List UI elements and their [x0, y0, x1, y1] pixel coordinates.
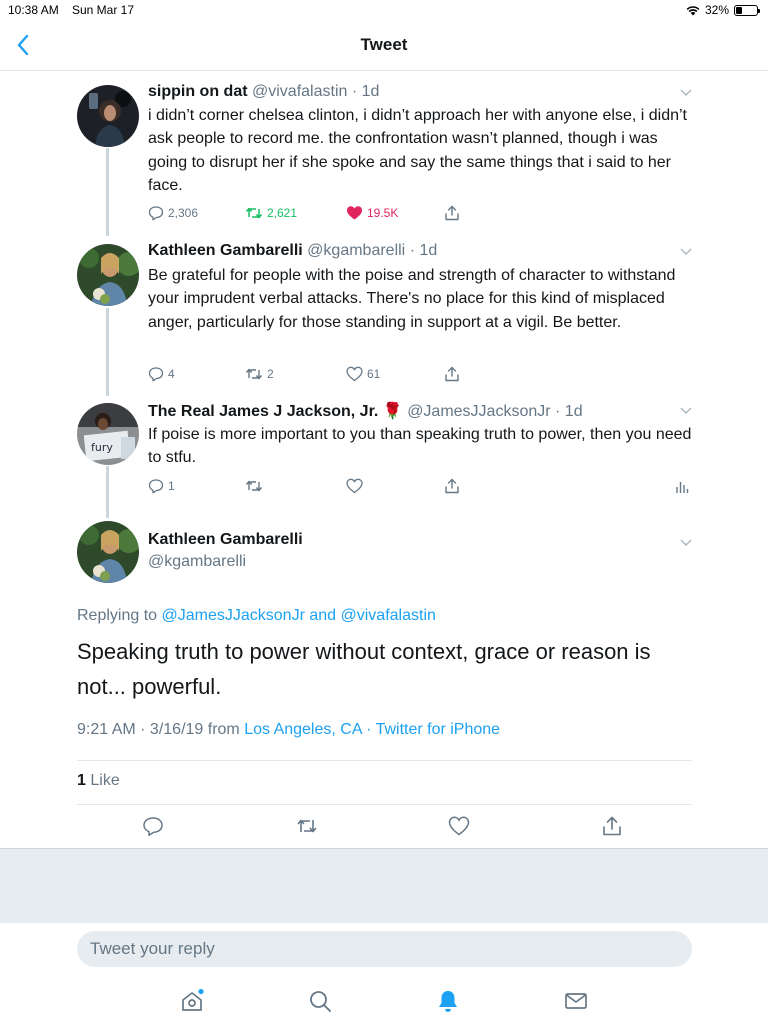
tweet-time: · 1d — [555, 403, 583, 420]
retweet-button[interactable]: 2 — [245, 366, 274, 382]
avatar[interactable] — [77, 244, 139, 306]
battery-percent: 32% — [704, 3, 729, 17]
retweet-button[interactable] — [245, 478, 263, 494]
share-button[interactable] — [444, 366, 460, 382]
retweet-icon — [245, 480, 263, 492]
heart-icon — [346, 366, 363, 382]
heart-icon — [346, 478, 363, 494]
thread-line — [106, 308, 109, 396]
avatar[interactable]: fury — [77, 403, 139, 465]
reply-count: 4 — [168, 367, 175, 381]
status-right: 32% — [686, 3, 760, 17]
reply-button[interactable]: 4 — [148, 366, 175, 382]
analytics-button[interactable] — [675, 478, 689, 494]
reply-icon — [148, 367, 164, 382]
share-icon[interactable] — [601, 815, 623, 837]
retweet-count: 2 — [267, 367, 274, 381]
share-icon — [445, 478, 459, 494]
tweet-timestamp: 9:21 AM · 3/16/19 from — [77, 721, 240, 738]
tweet-actions: 4 2 61 — [148, 366, 693, 386]
author-name[interactable]: Kathleen Gambarelli — [148, 242, 303, 259]
main-author-name[interactable]: Kathleen Gambarelli — [148, 531, 303, 549]
like-button[interactable] — [346, 478, 363, 494]
chevron-down-icon[interactable] — [679, 538, 693, 548]
likes-summary[interactable]: 1 Like — [77, 772, 120, 790]
replying-to: Replying to @JamesJJacksonJr and @vivafa… — [77, 607, 436, 625]
location-link[interactable]: Los Angeles, CA — [244, 721, 361, 738]
tweet-actions: 1 — [148, 478, 693, 498]
share-button[interactable] — [444, 205, 460, 221]
heart-icon[interactable] — [448, 815, 470, 837]
source-link[interactable]: · Twitter for iPhone — [366, 721, 500, 738]
thread-line — [106, 466, 109, 518]
main-author-handle[interactable]: @kgambarelli — [148, 553, 246, 571]
tweet-time: · 1d — [351, 83, 380, 100]
empty-area — [0, 848, 768, 923]
battery-icon — [734, 4, 760, 16]
reply-button[interactable]: 2,306 — [148, 205, 198, 221]
search-icon[interactable] — [307, 988, 333, 1014]
reply-button[interactable]: 1 — [148, 478, 175, 494]
status-time: 10:38 AM — [8, 3, 59, 17]
status-date: Sun Mar 17 — [72, 3, 135, 17]
tweet-header: sippin on dat @vivafalastin · 1d — [148, 83, 379, 101]
like-count: 61 — [367, 367, 381, 381]
tweet-text: Be grateful for people with the poise an… — [148, 267, 676, 331]
nav-bar: Tweet — [0, 20, 768, 71]
author-handle[interactable]: @kgambarelli — [307, 242, 405, 259]
analytics-icon — [676, 482, 689, 493]
retweet-icon — [245, 207, 263, 219]
avatar[interactable] — [77, 85, 139, 147]
retweet-button[interactable]: 2,621 — [245, 205, 297, 221]
thread-line — [106, 148, 109, 236]
replying-user-link[interactable]: @vivafalastin — [341, 607, 436, 624]
share-icon — [445, 205, 459, 221]
tweet-text: i didn’t corner chelsea clinton, i didn’… — [148, 107, 687, 194]
wifi-icon — [686, 5, 700, 15]
reply-icon[interactable] — [142, 815, 164, 837]
page-title: Tweet — [360, 35, 408, 54]
share-button[interactable] — [444, 478, 460, 494]
author-name[interactable]: sippin on dat — [148, 83, 248, 100]
svg-text:fury: fury — [91, 441, 113, 454]
replying-prefix: Replying to — [77, 607, 158, 624]
avatar[interactable] — [77, 521, 139, 583]
reply-count: 2,306 — [168, 206, 199, 220]
reply-input[interactable]: Tweet your reply — [77, 931, 692, 967]
retweet-count: 2,621 — [267, 206, 298, 220]
like-button[interactable]: 61 — [346, 366, 380, 382]
divider — [77, 760, 692, 761]
notifications-bell-icon[interactable] — [435, 988, 461, 1014]
tweet-text: If poise is more important to you than s… — [148, 426, 692, 467]
chevron-down-icon[interactable] — [679, 406, 693, 416]
reply-icon — [148, 206, 164, 221]
author-handle[interactable]: @vivafalastin — [252, 83, 347, 100]
tweet-header: Kathleen Gambarelli @kgambarelli · 1d — [148, 242, 437, 260]
messages-mail-icon[interactable] — [563, 988, 589, 1014]
like-count: 19.5K — [367, 206, 399, 220]
replying-user-link[interactable]: @JamesJJacksonJr — [162, 607, 305, 624]
tweet-header: The Real James J Jackson, Jr. 🌹 @JamesJJ… — [148, 401, 583, 421]
status-bar: 10:38 AM Sun Mar 17 32% — [0, 0, 768, 20]
retweet-icon — [245, 368, 263, 380]
heart-filled-icon — [347, 206, 362, 220]
like-button[interactable]: 19.5K — [346, 205, 398, 221]
tweet-actions: 2,306 2,621 19.5K — [148, 205, 693, 225]
main-tweet-text: Speaking truth to power without context,… — [77, 639, 651, 699]
author-handle[interactable]: @JamesJJacksonJr — [407, 403, 550, 420]
likes-count: 1 — [77, 772, 86, 789]
divider — [77, 804, 692, 805]
reply-count: 1 — [168, 479, 175, 493]
author-name[interactable]: The Real James J Jackson, Jr. 🌹 — [148, 403, 403, 420]
reply-icon — [148, 479, 164, 494]
replying-and[interactable]: and — [309, 607, 336, 624]
likes-label: Like — [90, 772, 120, 789]
retweet-icon[interactable] — [296, 815, 318, 837]
tweet-meta: 9:21 AM · 3/16/19 from Los Angeles, CA ·… — [77, 721, 500, 739]
chevron-down-icon[interactable] — [679, 88, 693, 98]
tweet-time: · 1d — [409, 242, 438, 259]
share-icon — [445, 366, 459, 382]
home-icon[interactable] — [179, 988, 205, 1014]
chevron-down-icon[interactable] — [679, 247, 693, 257]
